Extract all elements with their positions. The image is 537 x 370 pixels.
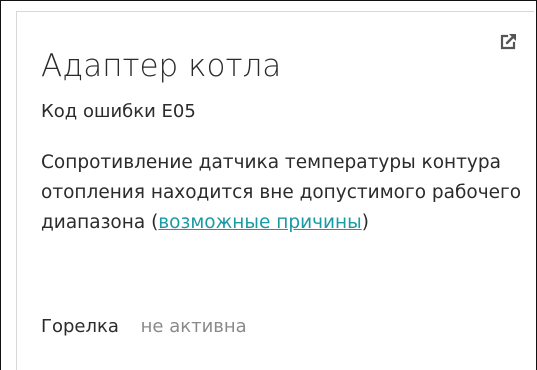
error-description: Сопротивление датчика температуры контур…: [41, 148, 531, 238]
burner-status: не активна: [140, 316, 247, 337]
burner-label: Горелка: [41, 316, 119, 337]
external-link-icon[interactable]: [498, 32, 518, 52]
boiler-adapter-card: Адаптер котла Код ошибки E05 Сопротивлен…: [16, 11, 534, 370]
burner-status-row: Горелка не активна: [41, 315, 247, 339]
link-close-paren: ): [361, 212, 369, 233]
card-title: Адаптер котла: [41, 48, 282, 84]
possible-causes-link[interactable]: возможные причины: [158, 212, 361, 233]
window-frame: Адаптер котла Код ошибки E05 Сопротивлен…: [0, 0, 537, 370]
error-code: Код ошибки E05: [41, 101, 196, 122]
external-link-icon-glyph: [500, 34, 516, 50]
